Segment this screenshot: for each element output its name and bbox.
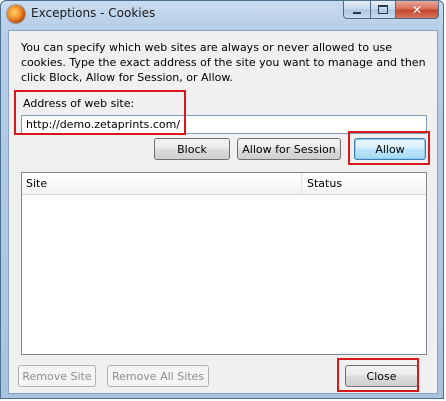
exceptions-list[interactable]: Site Status [21,172,427,355]
intro-text: You can specify which web sites are alwa… [21,41,426,84]
allow-button[interactable]: Allow [354,138,426,160]
maximize-button[interactable] [370,1,396,19]
address-label: Address of web site: [23,97,135,110]
column-divider[interactable] [301,173,302,194]
list-header: Site Status [22,173,426,195]
close-icon: ✕ [411,2,423,17]
address-input[interactable] [21,115,427,134]
maximize-icon [378,5,388,14]
minimize-button[interactable] [343,1,371,19]
firefox-icon [7,5,25,23]
allow-for-session-button[interactable]: Allow for Session [237,138,341,160]
exceptions-dialog: Exceptions - Cookies ✕ You can specify w… [0,0,444,399]
window-title: Exceptions - Cookies [31,6,156,20]
title-bar[interactable]: Exceptions - Cookies ✕ [1,1,443,29]
dialog-body: You can specify which web sites are alwa… [8,30,438,394]
remove-all-sites-button[interactable]: Remove All Sites [107,365,209,387]
column-header-status[interactable]: Status [307,177,342,190]
column-header-site[interactable]: Site [26,177,47,190]
close-button[interactable]: Close [345,365,418,387]
block-button[interactable]: Block [154,138,230,160]
minimize-icon [353,11,361,14]
remove-site-button[interactable]: Remove Site [18,365,96,387]
window-close-button[interactable]: ✕ [395,1,439,19]
